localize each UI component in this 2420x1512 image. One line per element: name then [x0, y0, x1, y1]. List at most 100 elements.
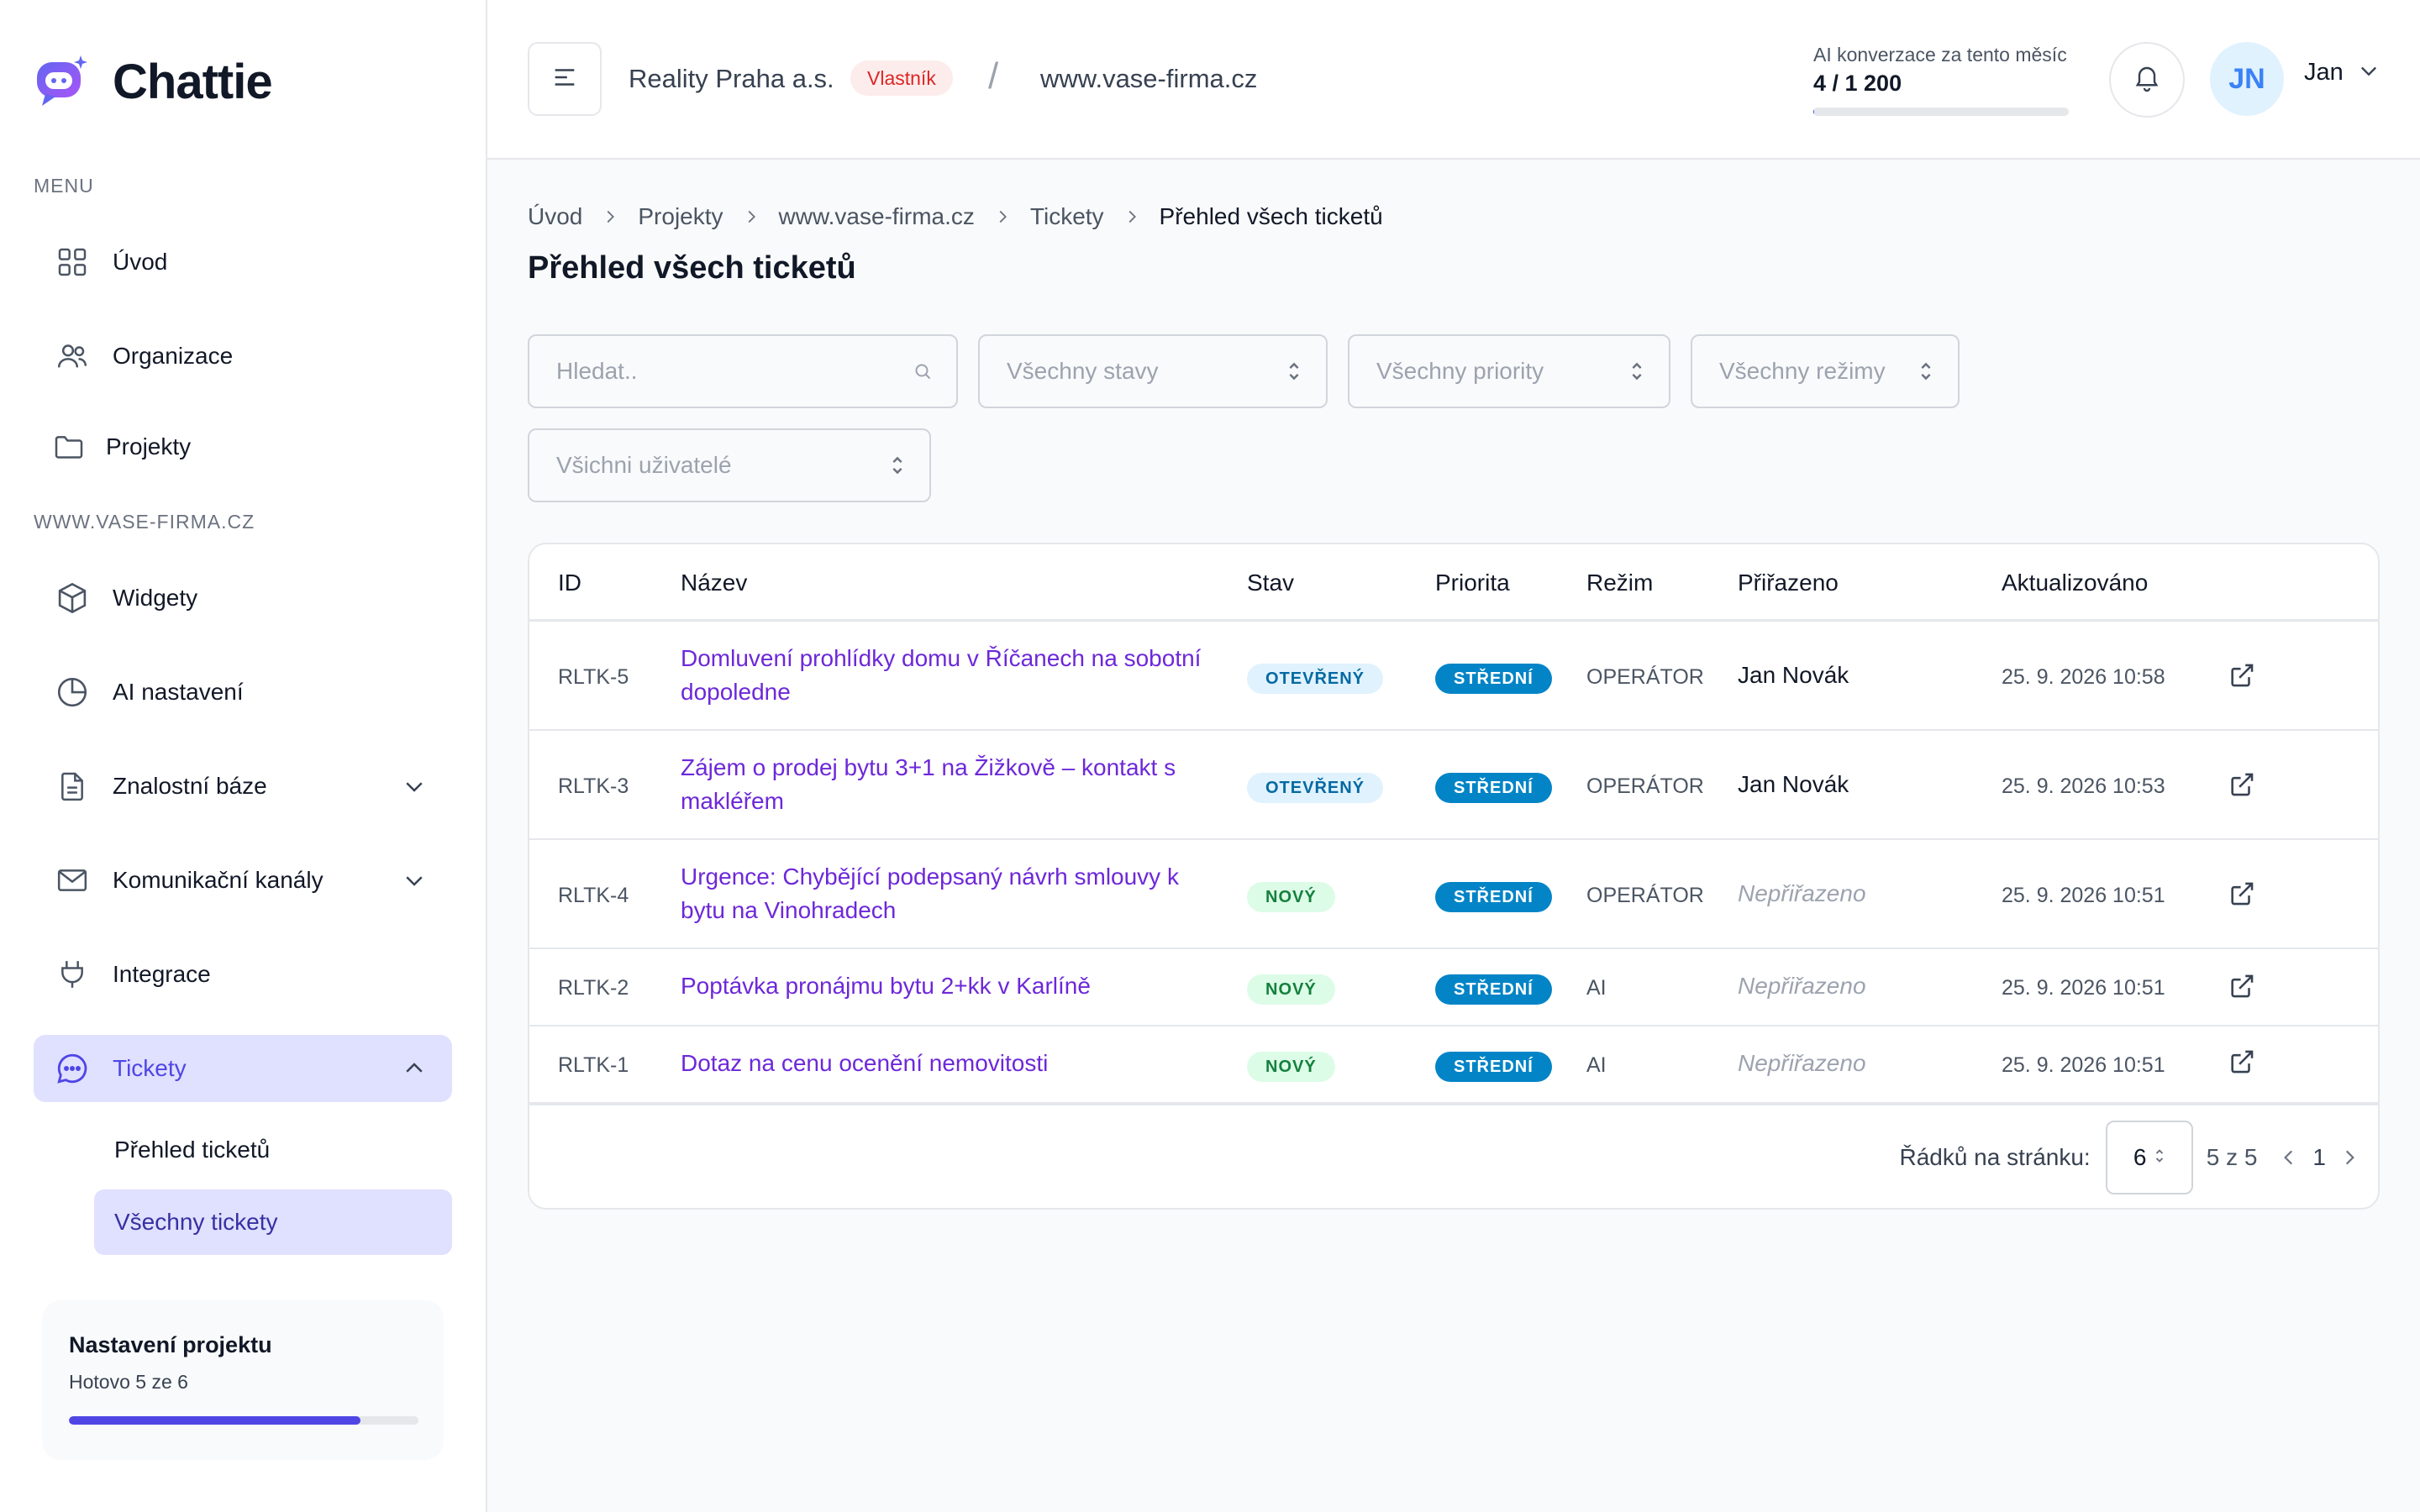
sidebar-item-label: Integrace [113, 961, 211, 987]
top-bar: Reality Praha a.s. Vlastník / www.vase-f… [487, 0, 2420, 160]
ticket-title-link[interactable]: Domluvení prohlídky domu v Říčanech na s… [681, 642, 1218, 709]
breadcrumb-item-uvod[interactable]: Úvod [528, 203, 582, 230]
column-header-status[interactable]: Stav [1247, 570, 1294, 596]
mode-filter-select[interactable]: Všechny režimy [1691, 334, 1960, 408]
sidebar-item-organizace[interactable]: Organizace [34, 323, 452, 390]
column-header-mode[interactable]: Režim [1586, 570, 1653, 596]
status-badge: OTEVŘENÝ [1247, 773, 1384, 803]
project-site-name[interactable]: www.vase-firma.cz [1040, 64, 1257, 94]
sidebar-item-label: Projekty [106, 433, 192, 459]
ticket-mode: OPERÁTOR [1586, 774, 1704, 798]
notifications-button[interactable] [2109, 42, 2185, 118]
avatar[interactable]: JN [2210, 42, 2284, 116]
plug-icon [52, 954, 92, 995]
sidebar-item-widgety[interactable]: Widgety [34, 564, 452, 632]
priority-filter-select[interactable]: Všechny priority [1348, 334, 1670, 408]
sidebar-item-tickety[interactable]: Tickety [34, 1035, 452, 1102]
column-header-priority[interactable]: Priorita [1435, 570, 1510, 596]
external-link-icon[interactable] [2225, 877, 2259, 911]
sidebar-item-label: Widgety [113, 585, 198, 611]
search-input[interactable] [556, 358, 913, 385]
chevron-down-icon [2357, 59, 2381, 87]
search-field[interactable] [528, 334, 958, 408]
ai-usage-fill [1813, 108, 1814, 116]
status-badge: NOVÝ [1247, 974, 1335, 1005]
sidebar-item-integrace[interactable]: Integrace [34, 941, 452, 1008]
menu-toggle-button[interactable] [528, 42, 602, 116]
pie-chart-icon [52, 672, 92, 712]
current-page[interactable]: 1 [2312, 1144, 2326, 1171]
user-menu[interactable]: Jan [2304, 59, 2381, 87]
menu-icon [550, 63, 579, 96]
table-row[interactable]: RLTK-1 Dotaz na cenu ocenění nemovitosti… [529, 1026, 2378, 1105]
ticket-title-link[interactable]: Urgence: Chybějící podepsaný návrh smlou… [681, 860, 1218, 927]
chevron-down-icon [400, 866, 429, 895]
sidebar-item-komunikacni-kanaly[interactable]: Komunikační kanály [34, 847, 452, 914]
table-row[interactable]: RLTK-3 Zájem o prodej bytu 3+1 na Žižkov… [529, 731, 2378, 840]
sidebar-subitem-vsechny-tickety[interactable]: Všechny tickety [94, 1189, 452, 1255]
document-icon [52, 766, 92, 806]
pagination: Řádků na stránku: 6 5 z 5 1 [1899, 1121, 2366, 1194]
select-arrows-icon [2154, 1144, 2165, 1171]
column-header-updated[interactable]: Aktualizováno [2002, 570, 2148, 596]
column-header-id[interactable]: ID [558, 570, 581, 596]
previous-page-button[interactable] [2272, 1141, 2306, 1174]
table-row[interactable]: RLTK-4 Urgence: Chybějící podepsaný návr… [529, 840, 2378, 949]
column-header-assigned[interactable]: Přiřazeno [1738, 570, 1839, 596]
users-filter-select[interactable]: Všichni uživatelé [528, 428, 931, 502]
setup-progress-bar [69, 1416, 418, 1425]
chevron-left-icon [2284, 1150, 2293, 1165]
chevron-right-icon [1123, 207, 1141, 226]
users-icon [52, 336, 92, 376]
table-header: ID Název Stav Priorita Režim Přiřazeno A… [529, 544, 2378, 622]
table-row[interactable]: RLTK-2 Poptávka pronájmu bytu 2+kk v Kar… [529, 949, 2378, 1026]
chattie-logo-icon [37, 55, 87, 106]
chevron-right-icon [601, 207, 619, 226]
sidebar-item-projekty[interactable]: Projekty [34, 413, 452, 480]
ticket-assignee: Jan Novák [1738, 771, 1849, 797]
sidebar-subitem-prehled-ticketu[interactable]: Přehled ticketů [94, 1117, 452, 1183]
external-link-icon[interactable] [2225, 969, 2259, 1003]
ai-usage-bar [1813, 108, 2069, 116]
mail-icon [52, 860, 92, 900]
sidebar-item-znalostni-baze[interactable]: Znalostní báze [34, 753, 452, 820]
logo[interactable]: Chattie [34, 52, 273, 111]
select-arrows-icon [1286, 360, 1302, 383]
breadcrumb-item-projekty[interactable]: Projekty [638, 203, 723, 230]
rows-per-page-select[interactable]: 6 [2105, 1121, 2193, 1194]
sidebar-item-uvod[interactable]: Úvod [34, 228, 452, 296]
sidebar-subitem-label: Přehled ticketů [114, 1137, 271, 1163]
ticket-mode: OPERÁTOR [1586, 884, 1704, 907]
organization-name[interactable]: Reality Praha a.s. [629, 64, 834, 94]
mode-filter-value: Všechny režimy [1719, 358, 1886, 384]
project-setup-card[interactable]: Nastavení projektu Hotovo 5 ze 6 [42, 1300, 444, 1460]
ticket-title-link[interactable]: Zájem o prodej bytu 3+1 na Žižkově – kon… [681, 751, 1218, 818]
ticket-updated: 25. 9. 2026 10:53 [2002, 774, 2165, 798]
ticket-id: RLTK-3 [558, 774, 629, 798]
external-link-icon[interactable] [2225, 1045, 2259, 1079]
breadcrumb-item-tickety[interactable]: Tickety [1030, 203, 1104, 230]
status-filter-select[interactable]: Všechny stavy [978, 334, 1328, 408]
tickets-table: ID Název Stav Priorita Režim Přiřazeno A… [528, 543, 2380, 1210]
external-link-icon[interactable] [2225, 659, 2259, 692]
setup-title: Nastavení projektu [69, 1332, 272, 1357]
next-page-button[interactable] [2333, 1141, 2366, 1174]
column-header-title[interactable]: Název [681, 570, 747, 596]
priority-badge: STŘEDNÍ [1435, 1052, 1552, 1082]
ticket-title-link[interactable]: Poptávka pronájmu bytu 2+kk v Karlíně [681, 969, 1252, 1003]
user-name: Jan [2304, 59, 2344, 86]
ticket-updated: 25. 9. 2026 10:51 [2002, 976, 2165, 1000]
table-row[interactable]: RLTK-5 Domluvení prohlídky domu v Říčane… [529, 622, 2378, 731]
users-filter-value: Všichni uživatelé [556, 452, 732, 478]
ticket-mode: AI [1586, 1053, 1607, 1077]
rows-per-page-value: 6 [2133, 1144, 2147, 1170]
select-arrows-icon [1628, 360, 1645, 383]
ticket-title-link[interactable]: Dotaz na cenu ocenění nemovitosti [681, 1047, 1252, 1080]
sidebar-item-ai-nastaveni[interactable]: AI nastavení [34, 659, 452, 726]
menu-section-label: MENU [34, 175, 94, 197]
ticket-assignee: Nepřiřazeno [1738, 1050, 1866, 1076]
breadcrumb-item-site[interactable]: www.vase-firma.cz [779, 203, 975, 230]
priority-badge: STŘEDNÍ [1435, 773, 1552, 803]
external-link-icon[interactable] [2225, 768, 2259, 801]
ticket-assignee: Nepřiřazeno [1738, 973, 1866, 999]
